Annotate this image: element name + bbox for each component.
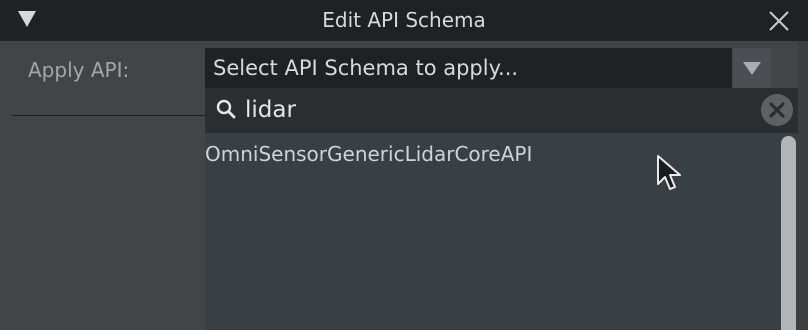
scrollbar-thumb[interactable] bbox=[781, 136, 796, 330]
clear-icon bbox=[769, 102, 785, 118]
search-icon bbox=[216, 99, 236, 119]
api-schema-combobox[interactable]: Select API Schema to apply... bbox=[205, 48, 732, 88]
close-icon[interactable] bbox=[766, 8, 792, 34]
clear-search-button[interactable] bbox=[761, 94, 793, 126]
combobox-dropdown-button[interactable] bbox=[733, 48, 771, 88]
scrollbar[interactable] bbox=[778, 133, 798, 330]
chevron-down-icon bbox=[743, 62, 761, 75]
search-bar bbox=[205, 88, 798, 133]
list-item[interactable]: OmniSensorGenericLidarCoreAPI bbox=[205, 140, 775, 168]
mouse-pointer-icon bbox=[657, 155, 681, 190]
combobox-placeholder: Select API Schema to apply... bbox=[213, 56, 519, 80]
dialog-titlebar: Edit API Schema bbox=[0, 0, 808, 41]
edit-api-schema-dialog: Edit API Schema Apply API: Select API Sc… bbox=[0, 0, 808, 330]
apply-api-label: Apply API: bbox=[28, 58, 130, 82]
divider bbox=[12, 115, 206, 116]
panel-edge bbox=[798, 41, 808, 330]
dialog-title: Edit API Schema bbox=[322, 8, 486, 32]
api-schema-dropdown: OmniSensorGenericLidarCoreAPI bbox=[205, 88, 798, 330]
search-input[interactable] bbox=[245, 94, 745, 126]
